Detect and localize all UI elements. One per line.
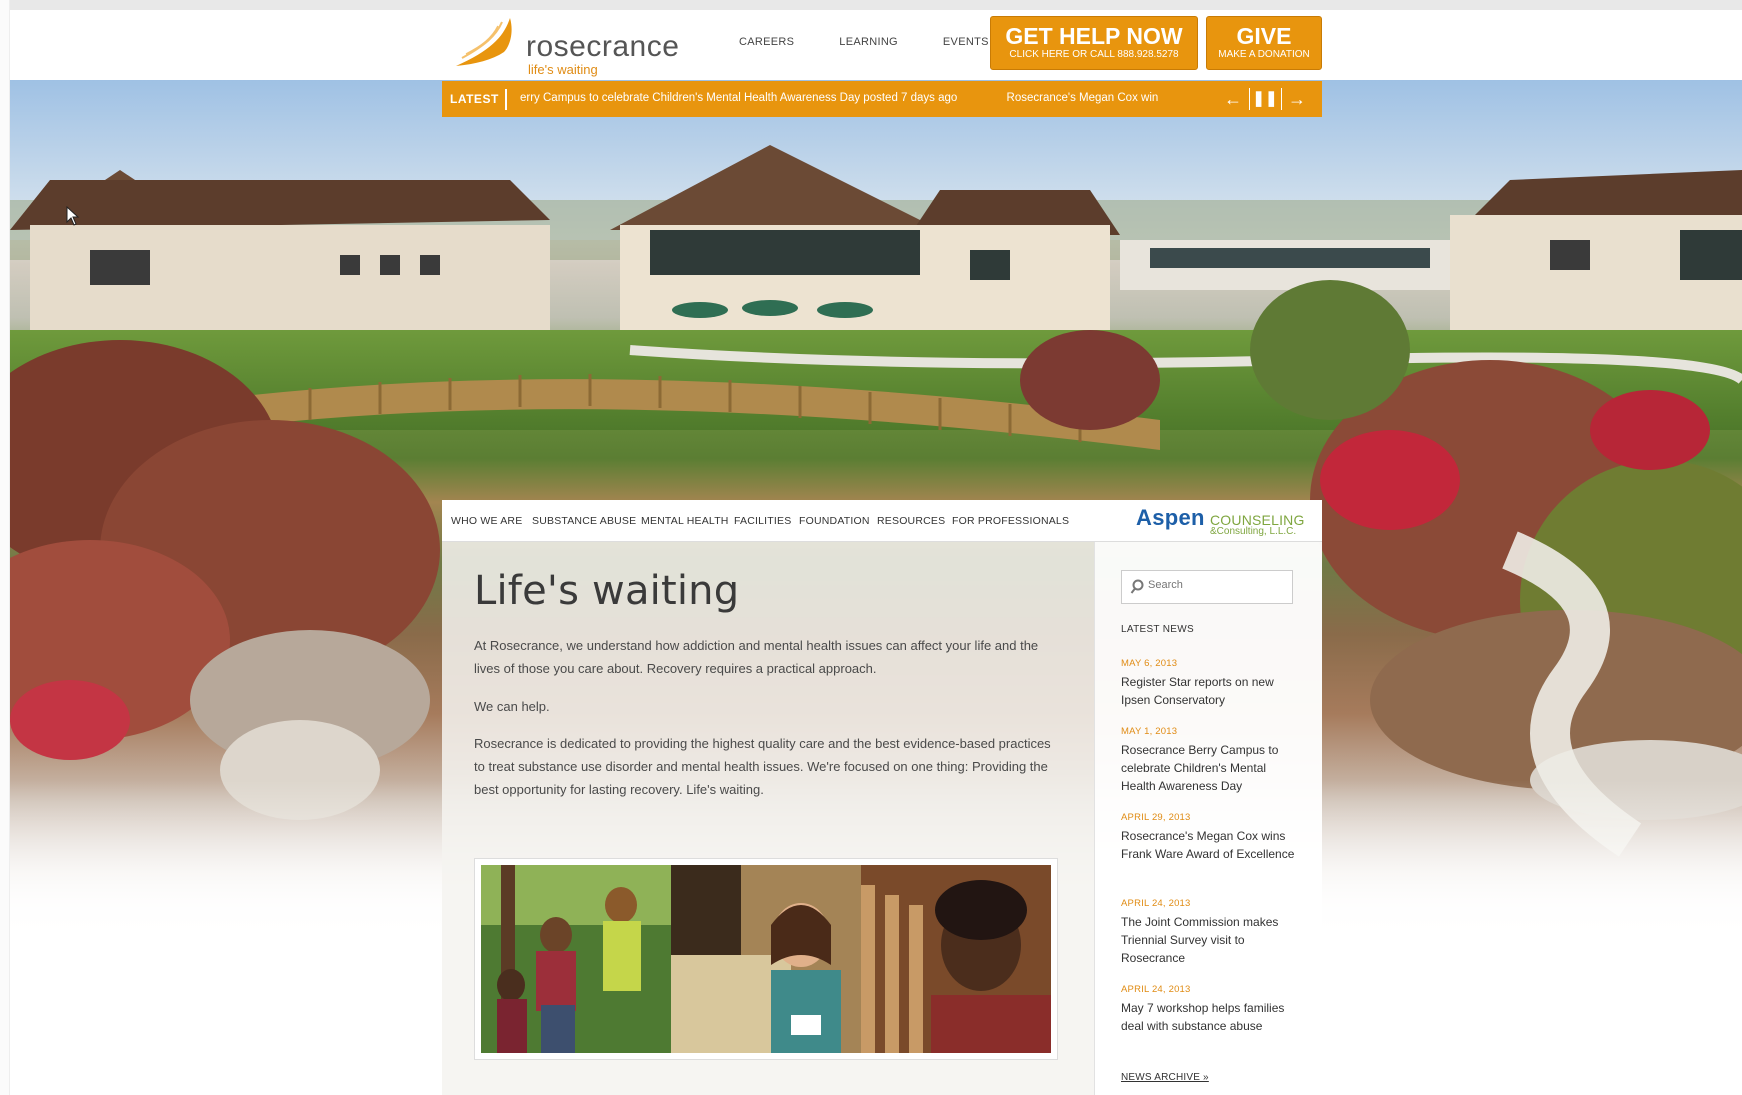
- get-help-title: GET HELP NOW: [1005, 23, 1183, 49]
- photo-strip: [474, 858, 1058, 1060]
- arrow-right-icon[interactable]: →: [1284, 87, 1310, 111]
- page: rosecrance life's waiting CAREERS LEARNI…: [0, 0, 1742, 1095]
- news-date: APRIL 29, 2013: [1121, 812, 1191, 823]
- news-title[interactable]: Register Star reports on new Ipsen Conse…: [1121, 673, 1301, 709]
- get-help-subtitle: CLICK HERE OR CALL 888.928.5278: [1009, 49, 1179, 60]
- ticker-control-divider: [1249, 88, 1250, 110]
- ticker-control-divider: [1281, 88, 1282, 110]
- give-title: GIVE: [1236, 23, 1292, 49]
- browser-top-strip: [0, 0, 1742, 10]
- top-nav-events[interactable]: EVENTS: [943, 36, 989, 48]
- search-box[interactable]: [1121, 570, 1293, 604]
- site-header: rosecrance life's waiting CAREERS LEARNI…: [10, 10, 1742, 80]
- ticker-label: LATEST: [450, 92, 499, 106]
- news-title[interactable]: Rosecrance's Megan Cox wins Frank Ware A…: [1121, 827, 1301, 863]
- get-help-now-button[interactable]: GET HELP NOW CLICK HERE OR CALL 888.928.…: [990, 16, 1198, 70]
- search-input[interactable]: [1148, 579, 1288, 591]
- news-title[interactable]: The Joint Commission makes Triennial Sur…: [1121, 913, 1301, 967]
- news-title[interactable]: May 7 workshop helps families deal with …: [1121, 999, 1301, 1035]
- ticker-item[interactable]: erry Campus to celebrate Children's Ment…: [520, 92, 957, 104]
- latest-news-ticker: LATEST erry Campus to celebrate Children…: [442, 81, 1322, 117]
- aspen-name: Aspen: [1136, 505, 1205, 530]
- ticker-item[interactable]: Rosecrance's Megan Cox wins Frank Ware A: [1007, 92, 1158, 104]
- news-item[interactable]: MAY 1, 2013 Rosecrance Berry Campus to c…: [1121, 726, 1301, 795]
- nav-foundation[interactable]: FOUNDATION: [799, 515, 870, 527]
- arrow-left-icon[interactable]: ←: [1220, 87, 1246, 111]
- news-title[interactable]: Rosecrance Berry Campus to celebrate Chi…: [1121, 741, 1301, 795]
- aspen-counseling-logo[interactable]: Aspen COUNSELING &Consulting, L.L.C.: [1136, 505, 1314, 537]
- left-edge: [0, 0, 10, 1095]
- main-nav: WHO WE ARE SUBSTANCE ABUSE MENTAL HEALTH…: [442, 500, 1322, 542]
- latest-news-heading: LATEST NEWS: [1121, 624, 1194, 635]
- give-subtitle: MAKE A DONATION: [1218, 49, 1310, 60]
- top-nav-learning[interactable]: LEARNING: [839, 36, 898, 48]
- content-panel: WHO WE ARE SUBSTANCE ABUSE MENTAL HEALTH…: [442, 500, 1322, 1095]
- photo-woman-cards: [671, 865, 861, 1053]
- we-can-help-paragraph: We can help.: [474, 699, 550, 714]
- nav-facilities[interactable]: FACILITIES: [734, 515, 791, 527]
- top-nav-careers[interactable]: CAREERS: [739, 36, 794, 48]
- brand-name: rosecrance: [526, 30, 680, 63]
- aspen-consulting: &Consulting, L.L.C.: [1210, 526, 1297, 537]
- rosecrance-logo[interactable]: rosecrance life's waiting: [442, 14, 679, 77]
- main-content: Life's waiting At Rosecrance, we underst…: [442, 542, 1094, 1095]
- brand-tagline: life's waiting: [528, 62, 598, 77]
- news-item[interactable]: APRIL 24, 2013 May 7 workshop helps fami…: [1121, 984, 1301, 1035]
- pause-icon[interactable]: ❚❚: [1252, 87, 1278, 111]
- photo-young-man: [861, 865, 1051, 1053]
- news-item[interactable]: APRIL 24, 2013 The Joint Commission make…: [1121, 898, 1301, 967]
- nav-who-we-are[interactable]: WHO WE ARE: [451, 515, 522, 527]
- intro-paragraph: At Rosecrance, we understand how addicti…: [474, 638, 1039, 676]
- news-date: MAY 1, 2013: [1121, 726, 1178, 737]
- search-icon: [1130, 579, 1144, 594]
- photo-group-outdoors: [481, 865, 671, 1053]
- wing-logo-icon: [456, 18, 512, 66]
- news-date: MAY 6, 2013: [1121, 658, 1178, 669]
- news-date: APRIL 24, 2013: [1121, 898, 1191, 909]
- nav-for-professionals[interactable]: FOR PROFESSIONALS: [952, 515, 1069, 527]
- news-item[interactable]: APRIL 29, 2013 Rosecrance's Megan Cox wi…: [1121, 812, 1301, 863]
- ticker-divider: [505, 89, 507, 110]
- nav-substance-abuse[interactable]: SUBSTANCE ABUSE: [532, 515, 636, 527]
- mission-paragraph: Rosecrance is dedicated to providing the…: [474, 736, 1051, 797]
- news-archive-link[interactable]: NEWS ARCHIVE »: [1121, 1072, 1209, 1083]
- news-date: APRIL 24, 2013: [1121, 984, 1191, 995]
- nav-mental-health[interactable]: MENTAL HEALTH: [641, 515, 729, 527]
- nav-resources[interactable]: RESOURCES: [877, 515, 945, 527]
- cursor-icon: [66, 206, 80, 226]
- sidebar: LATEST NEWS MAY 6, 2013 Register Star re…: [1094, 542, 1322, 1095]
- page-title: Life's waiting: [474, 568, 740, 614]
- ticker-track: erry Campus to celebrate Children's Ment…: [520, 92, 1158, 108]
- give-button[interactable]: GIVE MAKE A DONATION: [1206, 16, 1322, 70]
- news-item[interactable]: MAY 6, 2013 Register Star reports on new…: [1121, 658, 1301, 709]
